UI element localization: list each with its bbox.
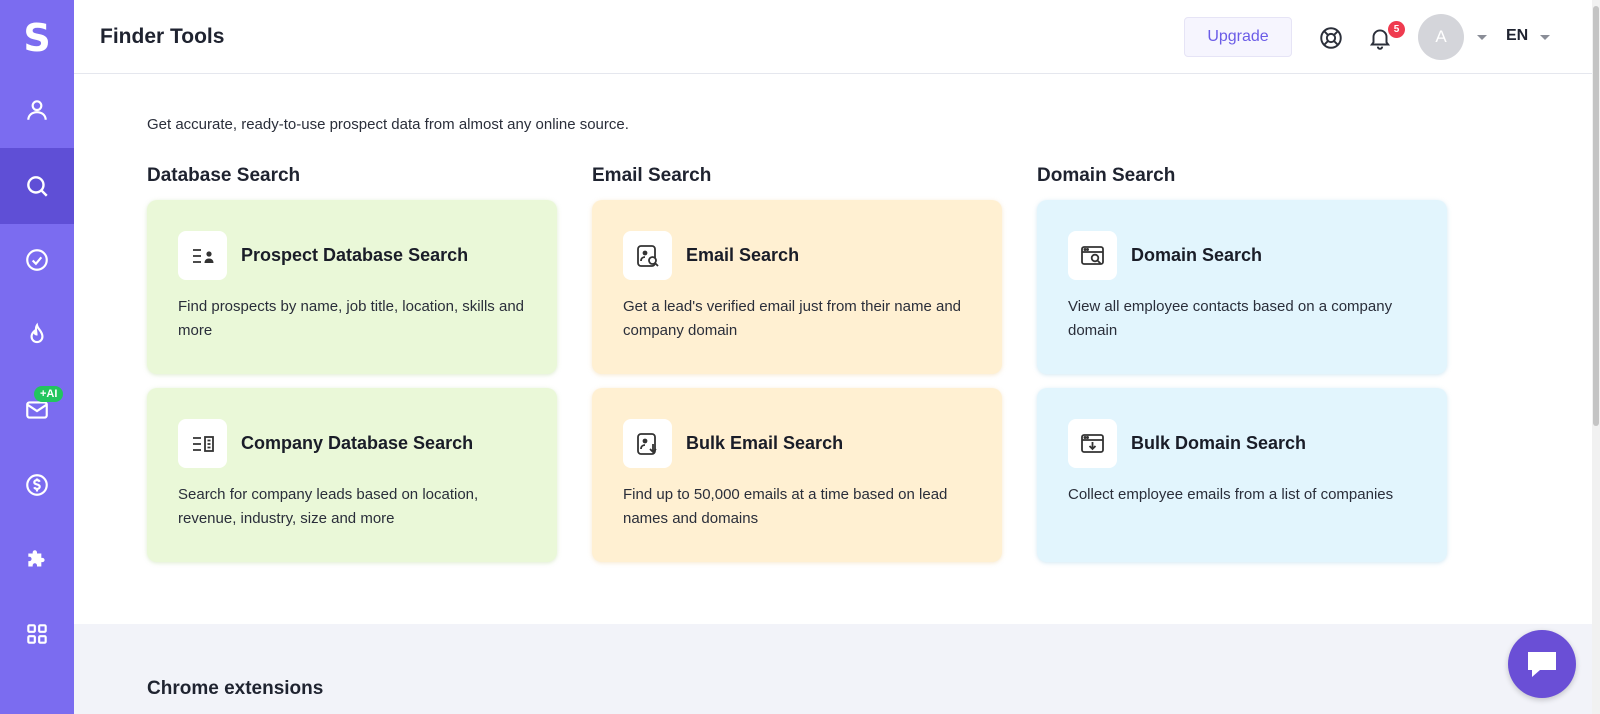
- dollar-icon: [26, 474, 48, 496]
- bulk-email-search-card[interactable]: Bulk Email Search Find up to 50,000 emai…: [592, 388, 1002, 562]
- card-description: Collect employee emails from a list of c…: [1068, 486, 1394, 503]
- bulk-domain-search-card[interactable]: Bulk Domain Search Collect employee emai…: [1037, 388, 1447, 562]
- email-search-icon: [623, 231, 672, 280]
- chrome-extensions-heading: Chrome extensions: [147, 678, 324, 699]
- domain-search-icon: [1068, 231, 1117, 280]
- notification-badge: 5: [1388, 21, 1405, 38]
- prospect-database-search-card[interactable]: Prospect Database Search Find prospects …: [147, 200, 557, 374]
- card-description: Find up to 50,000 emails at a time based…: [623, 486, 948, 527]
- language-selector[interactable]: EN: [1506, 27, 1528, 45]
- app-logo[interactable]: S: [0, 0, 74, 76]
- card-description: Search for company leads based on locati…: [178, 486, 479, 527]
- sidebar-item-finder[interactable]: [0, 148, 74, 224]
- sidebar-item-email[interactable]: [0, 372, 74, 448]
- bulk-email-search-icon: [623, 419, 672, 468]
- upgrade-button[interactable]: Upgrade: [1184, 17, 1292, 57]
- company-database-search-card[interactable]: Company Database Search Search for compa…: [147, 388, 557, 562]
- card-description: Get a lead's verified email just from th…: [623, 298, 962, 339]
- intro-text: Get accurate, ready-to-use prospect data…: [147, 116, 629, 133]
- scrollbar-thumb[interactable]: [1593, 6, 1599, 426]
- sidebar-item-contacts[interactable]: [0, 72, 74, 148]
- card-title: Bulk Domain Search: [1131, 433, 1307, 453]
- company-list-icon: [178, 419, 227, 468]
- avatar[interactable]: A: [1418, 14, 1464, 60]
- sidebar-item-deals[interactable]: [0, 447, 74, 523]
- chrome-extensions-section: [74, 624, 1592, 714]
- card-title: Domain Search: [1131, 245, 1263, 265]
- language-chevron-down-icon[interactable]: [1540, 35, 1550, 40]
- flame-icon: [30, 322, 44, 344]
- check-circle-icon: [26, 249, 48, 271]
- card-title: Company Database Search: [241, 433, 474, 453]
- database-search-heading: Database Search: [147, 165, 301, 186]
- domain-search-card[interactable]: Domain Search View all employee contacts…: [1037, 200, 1447, 374]
- card-title: Prospect Database Search: [241, 245, 469, 265]
- sidebar: S +AI: [0, 0, 74, 714]
- lifebuoy-help-icon[interactable]: [1318, 25, 1344, 51]
- card-description: View all employee contacts based on a co…: [1068, 298, 1393, 339]
- prospect-list-icon: [178, 231, 227, 280]
- sidebar-item-apps[interactable]: [0, 596, 74, 672]
- card-title: Email Search: [686, 245, 800, 265]
- top-header: Finder Tools Upgrade 5 A EN: [74, 0, 1600, 74]
- sidebar-item-integrations[interactable]: [0, 522, 74, 598]
- ai-badge: +AI: [34, 386, 64, 402]
- domain-search-heading: Domain Search: [1037, 165, 1176, 186]
- apps-grid-icon: [27, 624, 47, 644]
- chat-bubble-icon: [1528, 652, 1556, 677]
- page-title: Finder Tools: [100, 25, 225, 48]
- card-description: Find prospects by name, job title, locat…: [178, 298, 525, 339]
- sidebar-item-warmup[interactable]: [0, 297, 74, 373]
- email-search-heading: Email Search: [592, 165, 712, 186]
- search-icon: [27, 176, 48, 197]
- bulk-domain-search-icon: [1068, 419, 1117, 468]
- puzzle-icon: [28, 550, 45, 567]
- sidebar-item-tasks[interactable]: [0, 222, 74, 298]
- user-icon: [27, 100, 47, 120]
- email-search-card[interactable]: Email Search Get a lead's verified email…: [592, 200, 1002, 374]
- account-chevron-down-icon[interactable]: [1477, 35, 1487, 40]
- card-title: Bulk Email Search: [686, 433, 844, 453]
- chat-support-button[interactable]: [1508, 630, 1576, 698]
